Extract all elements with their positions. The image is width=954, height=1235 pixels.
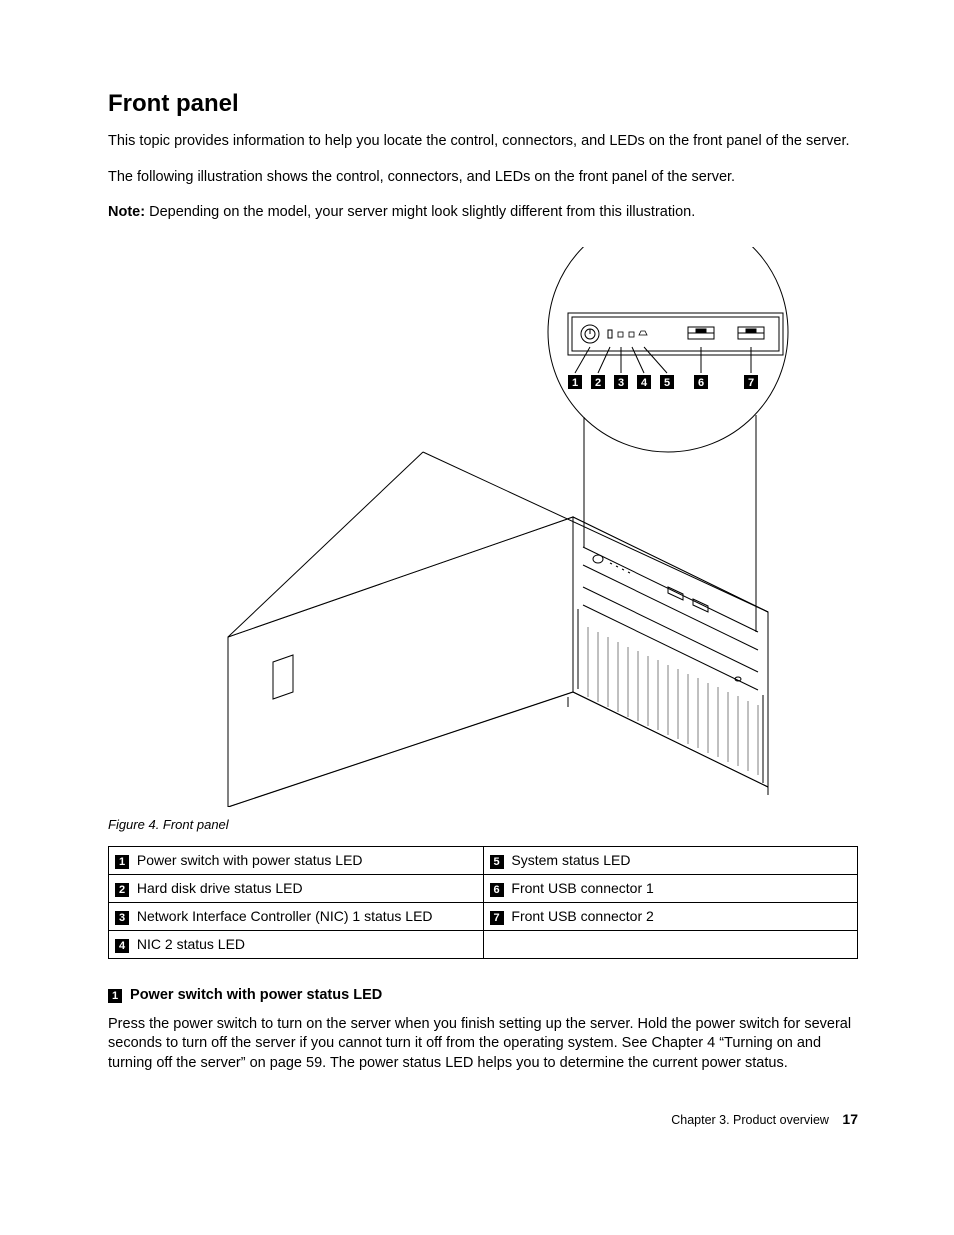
table-row: 2 Hard disk drive status LED 6 Front USB… — [109, 874, 858, 902]
callout-text: Front USB connector 2 — [508, 908, 654, 924]
svg-text:6: 6 — [698, 377, 704, 389]
callout-text: Hard disk drive status LED — [133, 880, 303, 896]
callout-text: NIC 2 status LED — [133, 936, 245, 952]
section-heading-text: Power switch with power status LED — [126, 987, 382, 1003]
callout-badge: 6 — [490, 883, 504, 897]
svg-text:2: 2 — [595, 377, 601, 389]
callout-text: Network Interface Controller (NIC) 1 sta… — [133, 908, 433, 924]
callout-badge: 1 — [108, 989, 122, 1003]
figure-front-panel: 1 2 3 4 5 6 7 — [108, 247, 858, 807]
callout-badge: 7 — [490, 911, 504, 925]
note-label: Note: — [108, 204, 145, 220]
page-footer: Chapter 3. Product overview 17 — [108, 1111, 858, 1127]
callout-badge: 2 — [115, 883, 129, 897]
page: Front panel This topic provides informat… — [0, 0, 954, 1187]
figure-caption: Figure 4. Front panel — [108, 817, 858, 832]
note-text: Depending on the model, your server migh… — [145, 204, 695, 220]
callout-table: 1 Power switch with power status LED 5 S… — [108, 846, 858, 959]
intro-paragraph-1: This topic provides information to help … — [108, 132, 858, 152]
svg-text:7: 7 — [748, 377, 754, 389]
callout-badge: 3 — [115, 911, 129, 925]
table-row: 1 Power switch with power status LED 5 S… — [109, 846, 858, 874]
table-row: 3 Network Interface Controller (NIC) 1 s… — [109, 902, 858, 930]
svg-text:1: 1 — [572, 377, 578, 389]
svg-text:4: 4 — [641, 377, 648, 389]
svg-text:3: 3 — [618, 377, 624, 389]
callout-text: Front USB connector 1 — [508, 880, 654, 896]
callout-badge: 1 — [115, 855, 129, 869]
footer-page-number: 17 — [842, 1111, 858, 1127]
callout-text: Power switch with power status LED — [133, 852, 363, 868]
intro-paragraph-2: The following illustration shows the con… — [108, 168, 858, 188]
section-heading-1: 1 Power switch with power status LED — [108, 987, 858, 1003]
footer-chapter: Chapter 3. Product overview — [671, 1113, 829, 1127]
callout-text: System status LED — [508, 852, 631, 868]
svg-text:5: 5 — [664, 377, 670, 389]
callout-badge: 4 — [115, 939, 129, 953]
table-row: 4 NIC 2 status LED — [109, 930, 858, 958]
note-paragraph: Note: Depending on the model, your serve… — [108, 203, 858, 223]
page-title: Front panel — [108, 90, 858, 118]
callout-badge: 5 — [490, 855, 504, 869]
section-body-1: Press the power switch to turn on the se… — [108, 1015, 858, 1074]
server-illustration: 1 2 3 4 5 6 7 — [108, 247, 858, 807]
